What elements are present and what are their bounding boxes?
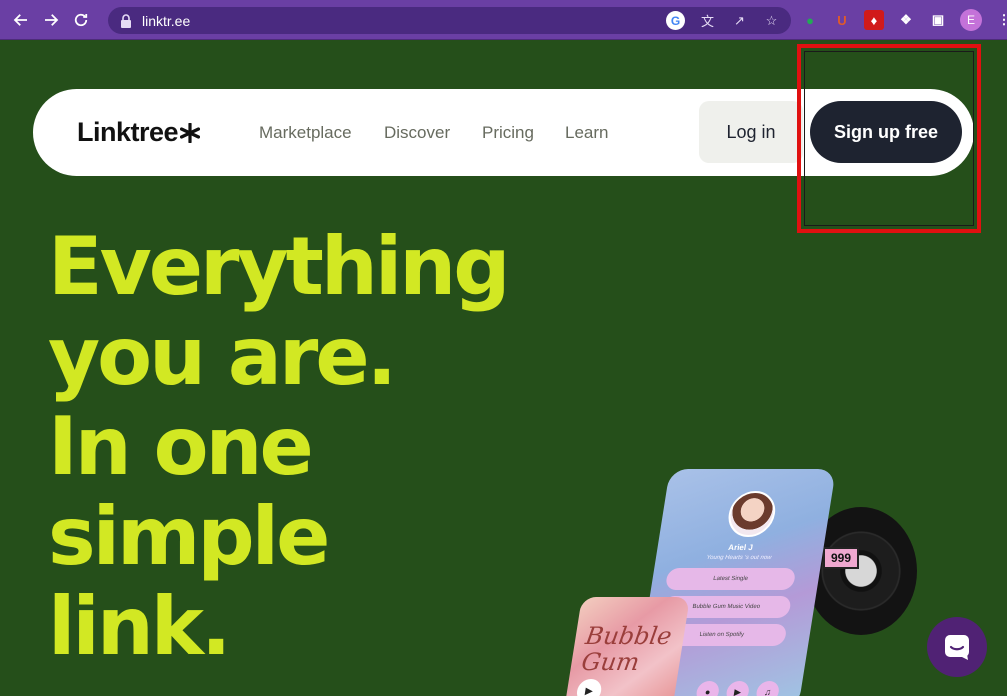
profile-name: Ariel J [727, 543, 754, 552]
music-icon: ♫ [754, 681, 781, 696]
spotify-icon: ● [694, 681, 721, 696]
hero-line: In one [48, 400, 314, 493]
record-label: 999 [823, 547, 859, 569]
menu-dots-icon[interactable]: ⋮ [994, 10, 1007, 30]
nav-link-learn[interactable]: Learn [565, 123, 608, 143]
nav-link-marketplace[interactable]: Marketplace [259, 123, 352, 143]
profile-avatar[interactable]: E [960, 9, 982, 31]
login-button[interactable]: Log in [699, 101, 803, 163]
social-icons-row: ● ▶ ♫ [694, 681, 781, 696]
annotation-highlight-box [797, 44, 981, 233]
hero-heading: Everything you are. In one simple link. [48, 220, 510, 673]
share-icon[interactable]: ↗ [730, 11, 749, 30]
logo-text: Linktree [77, 117, 179, 147]
album-title: Bubble Gum [579, 622, 674, 676]
google-lens-icon[interactable]: G [666, 11, 685, 30]
extensions-puzzle-icon[interactable]: ❖ [896, 10, 916, 30]
linktree-asterisk-icon [180, 122, 201, 143]
hero-line: you are. [48, 310, 397, 403]
extensions-area: ● U ♦ ❖ ▣ E ⋮ [800, 9, 1007, 31]
color-extension-icon[interactable]: ● [800, 10, 820, 30]
mockup-link-pill: Latest Single [664, 568, 797, 590]
reload-icon[interactable] [66, 5, 96, 35]
hero-line: Everything [48, 220, 510, 313]
acrobat-icon[interactable]: ♦ [864, 10, 884, 30]
chat-widget-button[interactable] [927, 617, 987, 677]
back-icon[interactable] [6, 5, 36, 35]
youtube-icon: ▶ [724, 681, 751, 696]
hero-line: simple [48, 490, 330, 583]
linktree-logo[interactable]: Linktree [77, 117, 201, 148]
url-text: linktr.ee [142, 12, 191, 29]
profile-picture [725, 491, 779, 537]
hero-line: link. [48, 580, 231, 673]
lock-icon [121, 13, 131, 28]
profile-subtitle: Young Hearts ‘s out now [705, 555, 772, 561]
forward-icon[interactable] [36, 5, 66, 35]
album-card-mockup: Bubble Gum ▶ [562, 597, 690, 696]
ublock-icon[interactable]: U [832, 10, 852, 30]
chat-icon [945, 635, 969, 660]
play-icon: ▶ [575, 679, 604, 696]
nav-link-pricing[interactable]: Pricing [482, 123, 534, 143]
side-panel-icon[interactable]: ▣ [928, 10, 948, 30]
bookmark-star-icon[interactable]: ☆ [762, 11, 781, 30]
nav-link-discover[interactable]: Discover [384, 123, 450, 143]
browser-toolbar: linktr.ee G 文 ↗ ☆ ● U ♦ ❖ ▣ E ⋮ [0, 0, 1007, 40]
translate-icon[interactable]: 文 [698, 11, 717, 30]
address-bar[interactable]: linktr.ee G 文 ↗ ☆ [108, 7, 791, 34]
